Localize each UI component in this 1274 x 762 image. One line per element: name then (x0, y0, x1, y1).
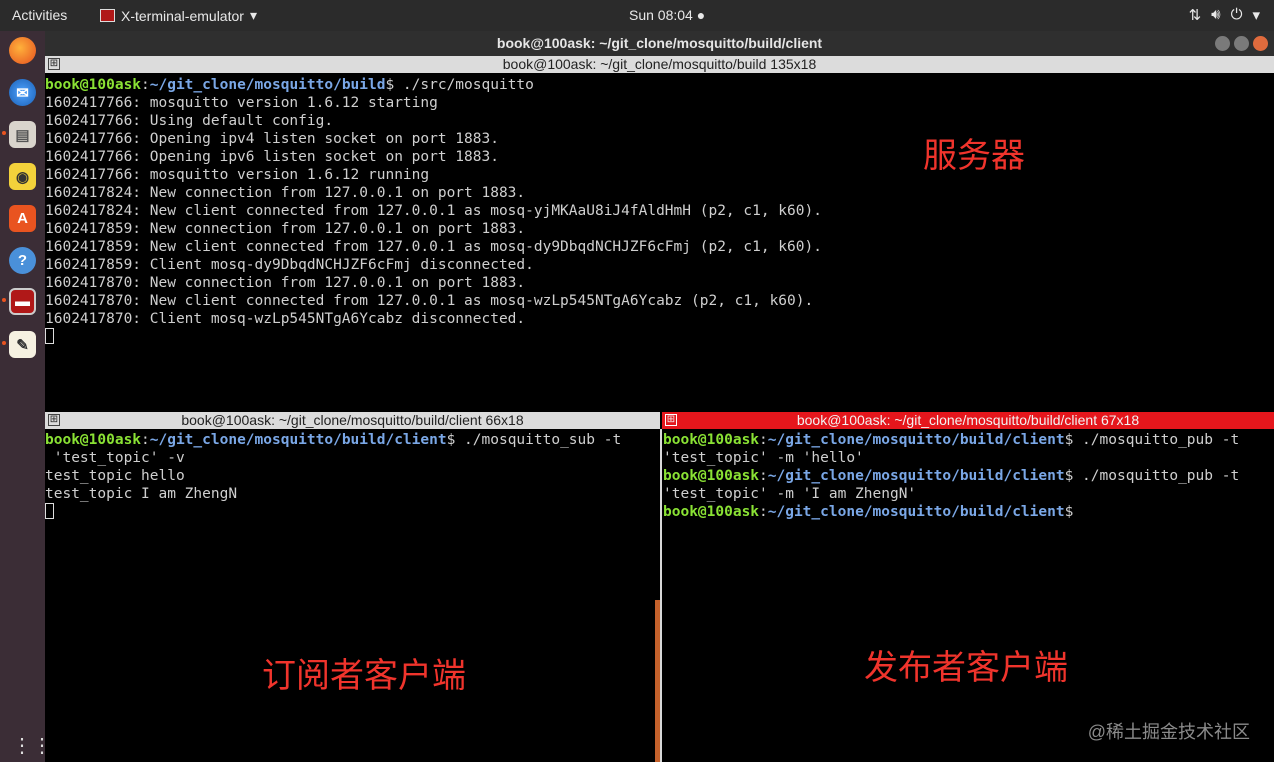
log-line: 1602417870: New connection from 127.0.0.… (45, 275, 526, 291)
log-line: 1602417824: New client connected from 12… (45, 203, 822, 219)
network-icon: ⇅ (1188, 7, 1202, 24)
clock[interactable]: Sun 08:04 ● (629, 7, 705, 23)
prompt-path: ~/git_clone/mosquitto/build/client (767, 468, 1065, 484)
terminal-app-icon (100, 9, 115, 22)
subscriber-pane-title: book@100ask: ~/git_clone/mosquitto/build… (181, 412, 524, 428)
terminal-icon[interactable]: ▬ (9, 288, 36, 315)
chevron-down-icon: ▾ (249, 7, 257, 23)
log-line: 1602417859: New connection from 127.0.0.… (45, 221, 526, 237)
publisher-annotation: 发布者客户端 (864, 649, 1068, 687)
server-pane-titlebar[interactable]: ⊞ book@100ask: ~/git_clone/mosquitto/bui… (45, 56, 1274, 73)
log-line: 1602417824: New connection from 127.0.0.… (45, 185, 526, 201)
prompt-command: ./mosquitto_pub -t (1073, 468, 1240, 484)
pane-menu-icon[interactable]: ⊞ (48, 58, 60, 70)
window-controls (1215, 36, 1268, 51)
prompt-user: book@100ask (663, 468, 760, 484)
watermark: @稀土掘金技术社区 (1087, 722, 1250, 742)
running-indicator (2, 341, 6, 345)
prompt-path: ~/git_clone/mosquitto/build/client (149, 432, 447, 448)
chevron-down-icon: ▾ (1252, 7, 1260, 24)
prompt-command: ./mosquitto_pub -t (1073, 432, 1240, 448)
output-line: test_topic I am ZhengN (45, 486, 238, 502)
close-button[interactable] (1253, 36, 1268, 51)
prompt-user: book@100ask (45, 432, 142, 448)
publisher-terminal[interactable]: book@100ask:~/git_clone/mosquitto/build/… (663, 431, 1274, 762)
notification-dot-icon: ● (696, 7, 706, 23)
system-tray[interactable]: ⇅ 🔊︎ ⏻ ▾ (1189, 6, 1260, 24)
log-line: 1602417766: Using default config. (45, 113, 334, 129)
firefox-icon[interactable] (9, 37, 36, 64)
server-pane-title: book@100ask: ~/git_clone/mosquitto/build… (502, 56, 817, 72)
top-bar: Activities X-terminal-emulator ▾ Sun 08:… (0, 0, 1274, 31)
publisher-pane-title: book@100ask: ~/git_clone/mosquitto/build… (796, 412, 1140, 428)
output-line: 'test_topic' -v (45, 450, 185, 466)
log-line: 1602417766: mosquitto version 1.6.12 sta… (45, 95, 438, 111)
app-menu[interactable]: X-terminal-emulator ▾ (100, 7, 257, 24)
prompt-command: ./src/mosquitto (394, 77, 534, 93)
activities-button[interactable]: Activities (12, 7, 67, 23)
log-line: 1602417859: New client connected from 12… (45, 239, 822, 255)
software-center-icon[interactable]: A (9, 205, 36, 232)
maximize-button[interactable] (1234, 36, 1249, 51)
prompt-command: ./mosquitto_sub -t (455, 432, 622, 448)
log-line: 1602417870: New client connected from 12… (45, 293, 814, 309)
log-line: 1602417870: Client mosq-wzLp545NTgA6Ycab… (45, 311, 526, 327)
log-line: 1602417766: Opening ipv4 listen socket o… (45, 131, 499, 147)
minimize-button[interactable] (1215, 36, 1230, 51)
subscriber-pane-titlebar[interactable]: ⊞ book@100ask: ~/git_clone/mosquitto/bui… (45, 412, 660, 429)
server-terminal[interactable]: book@100ask:~/git_clone/mosquitto/build$… (45, 76, 1274, 411)
running-indicator (2, 298, 6, 302)
subscriber-annotation: 订阅者客户端 (262, 657, 466, 695)
prompt-path: ~/git_clone/mosquitto/build (149, 77, 386, 93)
command-continuation: 'test_topic' -m 'hello' (663, 450, 864, 466)
log-line: 1602417766: mosquitto version 1.6.12 run… (45, 167, 430, 183)
help-icon[interactable]: ? (9, 247, 36, 274)
rhythmbox-icon[interactable]: ◉ (9, 163, 36, 190)
log-line: 1602417859: Client mosq-dy9DbqdNCHJZF6cF… (45, 257, 534, 273)
files-icon[interactable]: ▤ (9, 121, 36, 148)
prompt-user: book@100ask (45, 77, 142, 93)
text-editor-icon[interactable]: ✎ (9, 331, 36, 358)
terminal-cursor (45, 503, 54, 519)
volume-icon: 🔊︎ (1211, 6, 1221, 23)
app-menu-label: X-terminal-emulator (121, 7, 244, 24)
server-annotation: 服务器 (923, 137, 1025, 175)
subscriber-terminal[interactable]: book@100ask:~/git_clone/mosquitto/build/… (45, 431, 655, 762)
terminal-cursor (45, 328, 54, 344)
pane-menu-icon[interactable]: ⊞ (665, 414, 677, 426)
output-line: test_topic hello (45, 468, 185, 484)
pane-divider[interactable] (660, 429, 662, 762)
prompt-user: book@100ask (663, 504, 760, 520)
window-titlebar[interactable]: book@100ask: ~/git_clone/mosquitto/build… (45, 31, 1274, 56)
clock-label: Sun 08:04 (629, 7, 693, 23)
window-title: book@100ask: ~/git_clone/mosquitto/build… (496, 35, 823, 51)
prompt-user: book@100ask (663, 432, 760, 448)
power-icon: ⏻ (1230, 6, 1243, 23)
command-continuation: 'test_topic' -m 'I am ZhengN' (663, 486, 917, 502)
dock: ✉ ▤ ◉ A ? ▬ ✎ ⋮⋮ (0, 31, 52, 762)
running-indicator (2, 131, 6, 135)
pane-menu-icon[interactable]: ⊞ (48, 414, 60, 426)
thunderbird-icon[interactable]: ✉ (9, 79, 36, 106)
log-line: 1602417766: Opening ipv6 listen socket o… (45, 149, 499, 165)
prompt-path: ~/git_clone/mosquitto/build/client (767, 432, 1065, 448)
prompt-path: ~/git_clone/mosquitto/build/client (767, 504, 1065, 520)
publisher-pane-titlebar[interactable]: ⊞ book@100ask: ~/git_clone/mosquitto/bui… (662, 412, 1274, 429)
